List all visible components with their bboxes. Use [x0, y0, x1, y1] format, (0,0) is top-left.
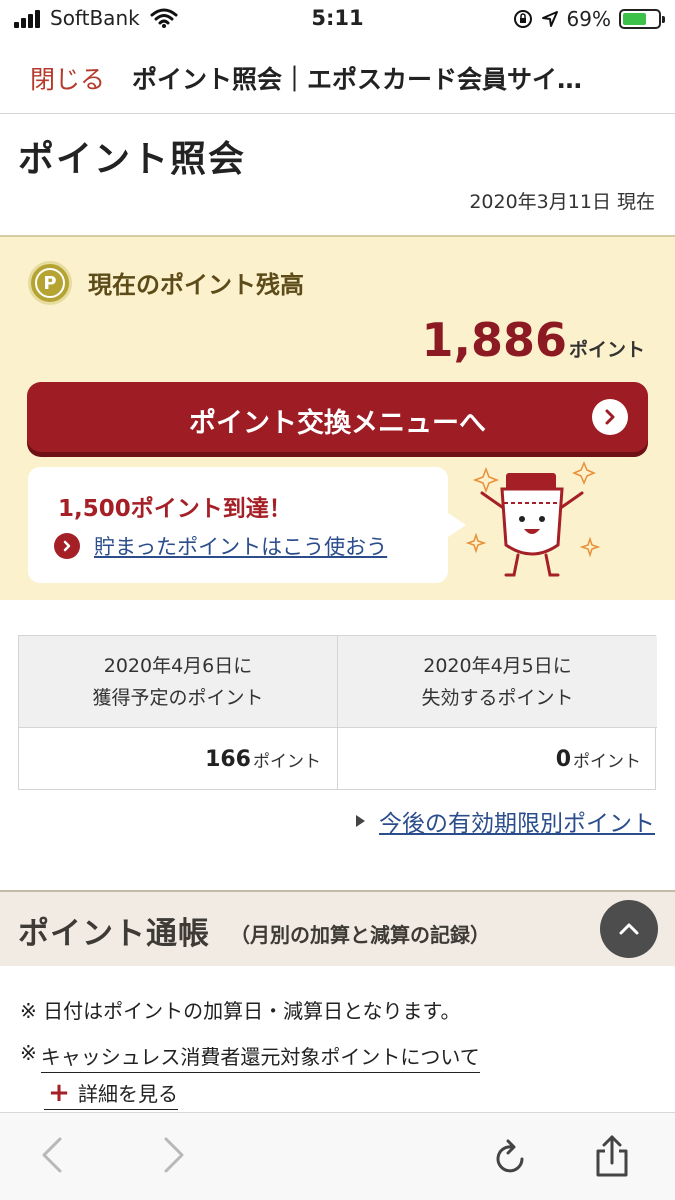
page-title: ポイント照会	[18, 139, 247, 180]
scheduled-points-cell: 166 ポイント	[19, 728, 338, 790]
lock-rotation-icon	[513, 10, 532, 28]
scheduled-points-value: 166	[205, 746, 251, 772]
forward-icon[interactable]	[160, 1135, 188, 1175]
battery-icon	[619, 9, 665, 29]
passbook-title: ポイント通帳	[18, 916, 210, 952]
expiring-points-header: 2020年4月5日に 失効するポイント	[338, 636, 657, 728]
balance-label: 現在のポイント残高	[88, 271, 304, 299]
expiring-points-unit: ポイント	[573, 751, 641, 772]
milestone-title: 1,500ポイント到達！	[58, 496, 292, 522]
chevron-right-icon	[54, 533, 80, 559]
chevron-up-icon	[619, 923, 639, 935]
milestone-link[interactable]: 貯まったポイントはこう使おう	[94, 531, 387, 561]
balance-amount: 1,886 ポイント	[421, 313, 645, 367]
note-mark: ※	[20, 1041, 37, 1065]
browser-toolbar	[0, 1112, 675, 1200]
show-details-toggle[interactable]: + 詳細を見る	[44, 1078, 178, 1110]
p-point-icon: P	[28, 261, 72, 305]
passbook-subtitle: （月別の加算と減算の記録）	[230, 923, 490, 947]
milestone-link-row[interactable]: 貯まったポイントはこう使おう	[54, 531, 387, 561]
chevron-right-icon	[592, 399, 628, 435]
point-exchange-label: ポイント交換メニューへ	[189, 408, 486, 439]
points-table: 2020年4月6日に 獲得予定のポイント 2020年4月5日に 失効するポイント…	[18, 635, 657, 790]
scheduled-points-unit: ポイント	[253, 751, 321, 772]
milestone-card: 1,500ポイント到達！ 貯まったポイントはこう使おう	[28, 467, 466, 583]
close-button[interactable]: 閉じる	[30, 60, 105, 96]
passbook-section-header: ポイント通帳 （月別の加算と減算の記録）	[0, 890, 675, 966]
as-of-date: 2020年3月11日 現在	[469, 191, 655, 213]
note-date-info: ※ 日付はポイントの加算日・減算日となります。	[20, 999, 461, 1023]
balance-value: 1,886	[421, 313, 567, 367]
expiring-points-value: 0	[555, 746, 571, 772]
nav-bar: 閉じる ポイント照会｜エポスカード会員サイ…	[0, 40, 675, 114]
back-icon[interactable]	[38, 1135, 66, 1175]
nav-title: ポイント照会｜エポスカード会員サイ…	[132, 65, 583, 94]
status-bar: SoftBank 5:11 69%	[0, 0, 675, 40]
location-icon	[541, 11, 558, 27]
balance-panel: P 現在のポイント残高 1,886 ポイント ポイント交換メニューへ 1,500…	[0, 235, 675, 600]
show-details-label: 詳細を見る	[78, 1082, 178, 1106]
expiring-points-cell: 0 ポイント	[338, 728, 657, 790]
triangle-right-icon	[356, 815, 365, 827]
battery-level	[623, 13, 647, 25]
cashless-info-link[interactable]: キャッシュレス消費者還元対象ポイントについて	[40, 1041, 480, 1073]
note-cashless: ※ キャッシュレス消費者還元対象ポイントについて	[20, 1041, 480, 1073]
expiry-link-row[interactable]: 今後の有効期限別ポイント	[356, 804, 655, 838]
expiry-link[interactable]: 今後の有効期限別ポイント	[379, 804, 655, 838]
scroll-to-top-button[interactable]	[600, 900, 658, 958]
scheduled-points-header: 2020年4月6日に 獲得予定のポイント	[19, 636, 338, 728]
balance-unit: ポイント	[568, 339, 645, 361]
point-exchange-button[interactable]: ポイント交換メニューへ	[27, 382, 648, 452]
battery-percent: 69%	[566, 7, 611, 31]
share-icon[interactable]	[592, 1135, 632, 1179]
plus-icon: +	[48, 1077, 70, 1108]
reload-icon[interactable]	[492, 1135, 530, 1177]
status-right: 69%	[513, 6, 665, 32]
mascot-illustration	[466, 461, 601, 577]
